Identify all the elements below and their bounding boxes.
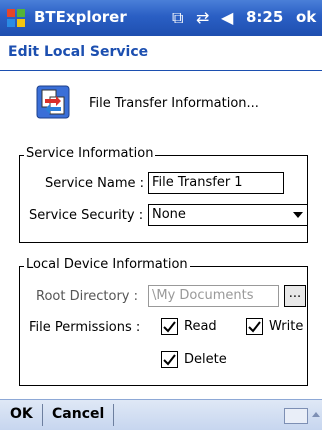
service-security-select[interactable]: None — [148, 204, 308, 226]
checkbox-checked-icon — [161, 318, 178, 335]
menu-separator — [42, 404, 43, 426]
title-ok-button[interactable]: ok — [296, 8, 316, 26]
sync-icon[interactable]: ⧉ — [172, 8, 183, 28]
ok-softkey[interactable]: OK — [10, 406, 33, 422]
service-title: File Transfer Information... — [89, 96, 259, 111]
cancel-softkey[interactable]: Cancel — [52, 406, 104, 422]
delete-label: Delete — [184, 352, 227, 367]
volume-icon[interactable]: ◀ — [221, 8, 233, 27]
checkbox-checked-icon — [246, 318, 263, 335]
chevron-down-icon[interactable] — [293, 212, 303, 218]
clock[interactable]: 8:25 — [246, 8, 283, 26]
service-security-label: Service Security : — [29, 208, 144, 223]
service-info-group-label: Service Information — [24, 146, 156, 161]
service-name-input[interactable]: File Transfer 1 — [148, 172, 284, 194]
windows-flag-icon[interactable] — [4, 6, 28, 30]
write-checkbox[interactable]: Write — [246, 318, 303, 335]
chevron-up-icon[interactable] — [312, 412, 320, 417]
root-directory-label: Root Directory : — [36, 289, 139, 304]
header-divider — [0, 70, 322, 71]
local-device-group-label: Local Device Information — [24, 257, 190, 272]
app-title: BTExplorer — [34, 8, 127, 26]
connectivity-icon[interactable]: ⇄ — [196, 8, 209, 27]
service-security-value: None — [152, 207, 186, 222]
file-transfer-icon — [36, 85, 70, 119]
read-label: Read — [184, 319, 217, 334]
service-name-label: Service Name : — [45, 176, 145, 191]
file-permissions-label: File Permissions : — [29, 320, 141, 335]
menu-separator — [113, 404, 114, 426]
checkbox-checked-icon — [161, 351, 178, 368]
delete-checkbox[interactable]: Delete — [161, 351, 227, 368]
menu-bar: OK Cancel — [0, 399, 322, 430]
write-label: Write — [269, 319, 304, 334]
read-checkbox[interactable]: Read — [161, 318, 217, 335]
service-info-group — [19, 155, 308, 243]
title-bar: BTExplorer ⧉ ⇄ ◀ 8:25 ok — [0, 0, 322, 36]
browse-button[interactable]: ... — [284, 285, 306, 307]
keyboard-icon[interactable] — [284, 408, 308, 424]
page-header: Edit Local Service — [0, 36, 322, 70]
page-title: Edit Local Service — [8, 44, 149, 60]
root-directory-input[interactable]: \My Documents — [148, 285, 279, 307]
